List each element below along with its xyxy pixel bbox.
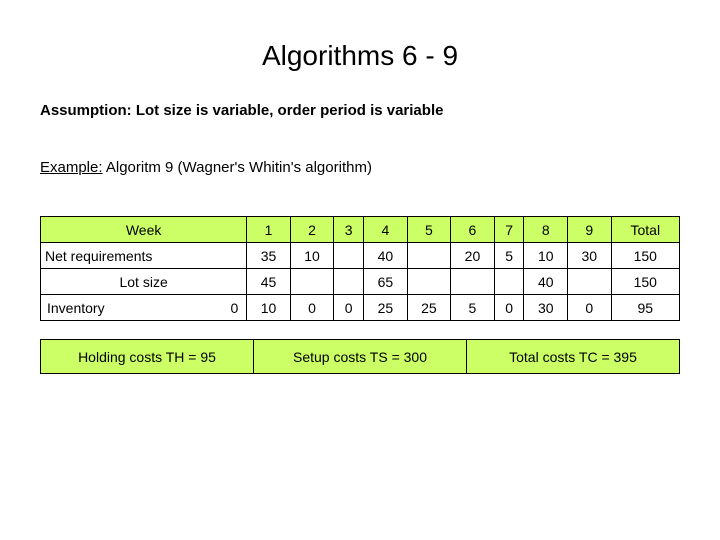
cell: 20 [451, 243, 495, 269]
cell: 65 [364, 269, 408, 295]
slide: Algorithms 6 - 9 Assumption: Lot size is… [0, 0, 720, 540]
header-col: 4 [364, 217, 408, 243]
slide-title: Algorithms 6 - 9 [40, 40, 680, 72]
inventory-label: Inventory [45, 300, 212, 316]
example-body: Algoritm 9 (Wagner's Whitin's algorithm) [103, 159, 372, 176]
row-lot-size: Lot size 45 65 40 150 [41, 269, 680, 295]
cell-total: 150 [611, 243, 679, 269]
cell: 25 [407, 295, 451, 321]
cell: 0 [568, 295, 612, 321]
cell: 25 [364, 295, 408, 321]
cell [290, 269, 334, 295]
cell [407, 269, 451, 295]
inventory-initial: 0 [212, 300, 242, 316]
example-text: Example: Algoritm 9 (Wagner's Whitin's a… [40, 159, 680, 176]
cell: 45 [247, 269, 291, 295]
cell [568, 269, 612, 295]
cell: 5 [494, 243, 524, 269]
cell [334, 269, 364, 295]
header-col: 6 [451, 217, 495, 243]
cell: 10 [290, 243, 334, 269]
header-col: 7 [494, 217, 524, 243]
cell [407, 243, 451, 269]
header-col: 8 [524, 217, 568, 243]
holding-cost: Holding costs TH = 95 [41, 340, 254, 374]
cell [451, 269, 495, 295]
setup-cost: Setup costs TS = 300 [254, 340, 467, 374]
cell: 40 [364, 243, 408, 269]
cell: 0 [290, 295, 334, 321]
row-label: Lot size [41, 269, 247, 295]
row-inventory: Inventory 0 10 0 0 25 25 5 0 30 0 95 [41, 295, 680, 321]
header-col: 1 [247, 217, 291, 243]
total-cost: Total costs TC = 395 [467, 340, 680, 374]
cell-total: 150 [611, 269, 679, 295]
header-col: 3 [334, 217, 364, 243]
header-col: 5 [407, 217, 451, 243]
cell: 10 [524, 243, 568, 269]
row-net-requirements: Net requirements 35 10 40 20 5 10 30 150 [41, 243, 680, 269]
cell: 10 [247, 295, 291, 321]
table-header-row: Week 1 2 3 4 5 6 7 8 9 Total [41, 217, 680, 243]
cell: 0 [334, 295, 364, 321]
costs-summary: Holding costs TH = 95 Setup costs TS = 3… [40, 339, 680, 374]
header-total: Total [611, 217, 679, 243]
cell: 0 [494, 295, 524, 321]
cell: 30 [524, 295, 568, 321]
cell: 5 [451, 295, 495, 321]
header-week: Week [41, 217, 247, 243]
example-label: Example: [40, 159, 103, 176]
cell: 35 [247, 243, 291, 269]
row-label-inventory: Inventory 0 [41, 295, 247, 321]
cell-total: 95 [611, 295, 679, 321]
cell [494, 269, 524, 295]
assumption-text: Assumption: Lot size is variable, order … [40, 102, 680, 119]
mrp-table: Week 1 2 3 4 5 6 7 8 9 Total Net require… [40, 216, 680, 321]
cell: 40 [524, 269, 568, 295]
row-label: Net requirements [41, 243, 247, 269]
header-col: 9 [568, 217, 612, 243]
cell [334, 243, 364, 269]
header-col: 2 [290, 217, 334, 243]
cell: 30 [568, 243, 612, 269]
